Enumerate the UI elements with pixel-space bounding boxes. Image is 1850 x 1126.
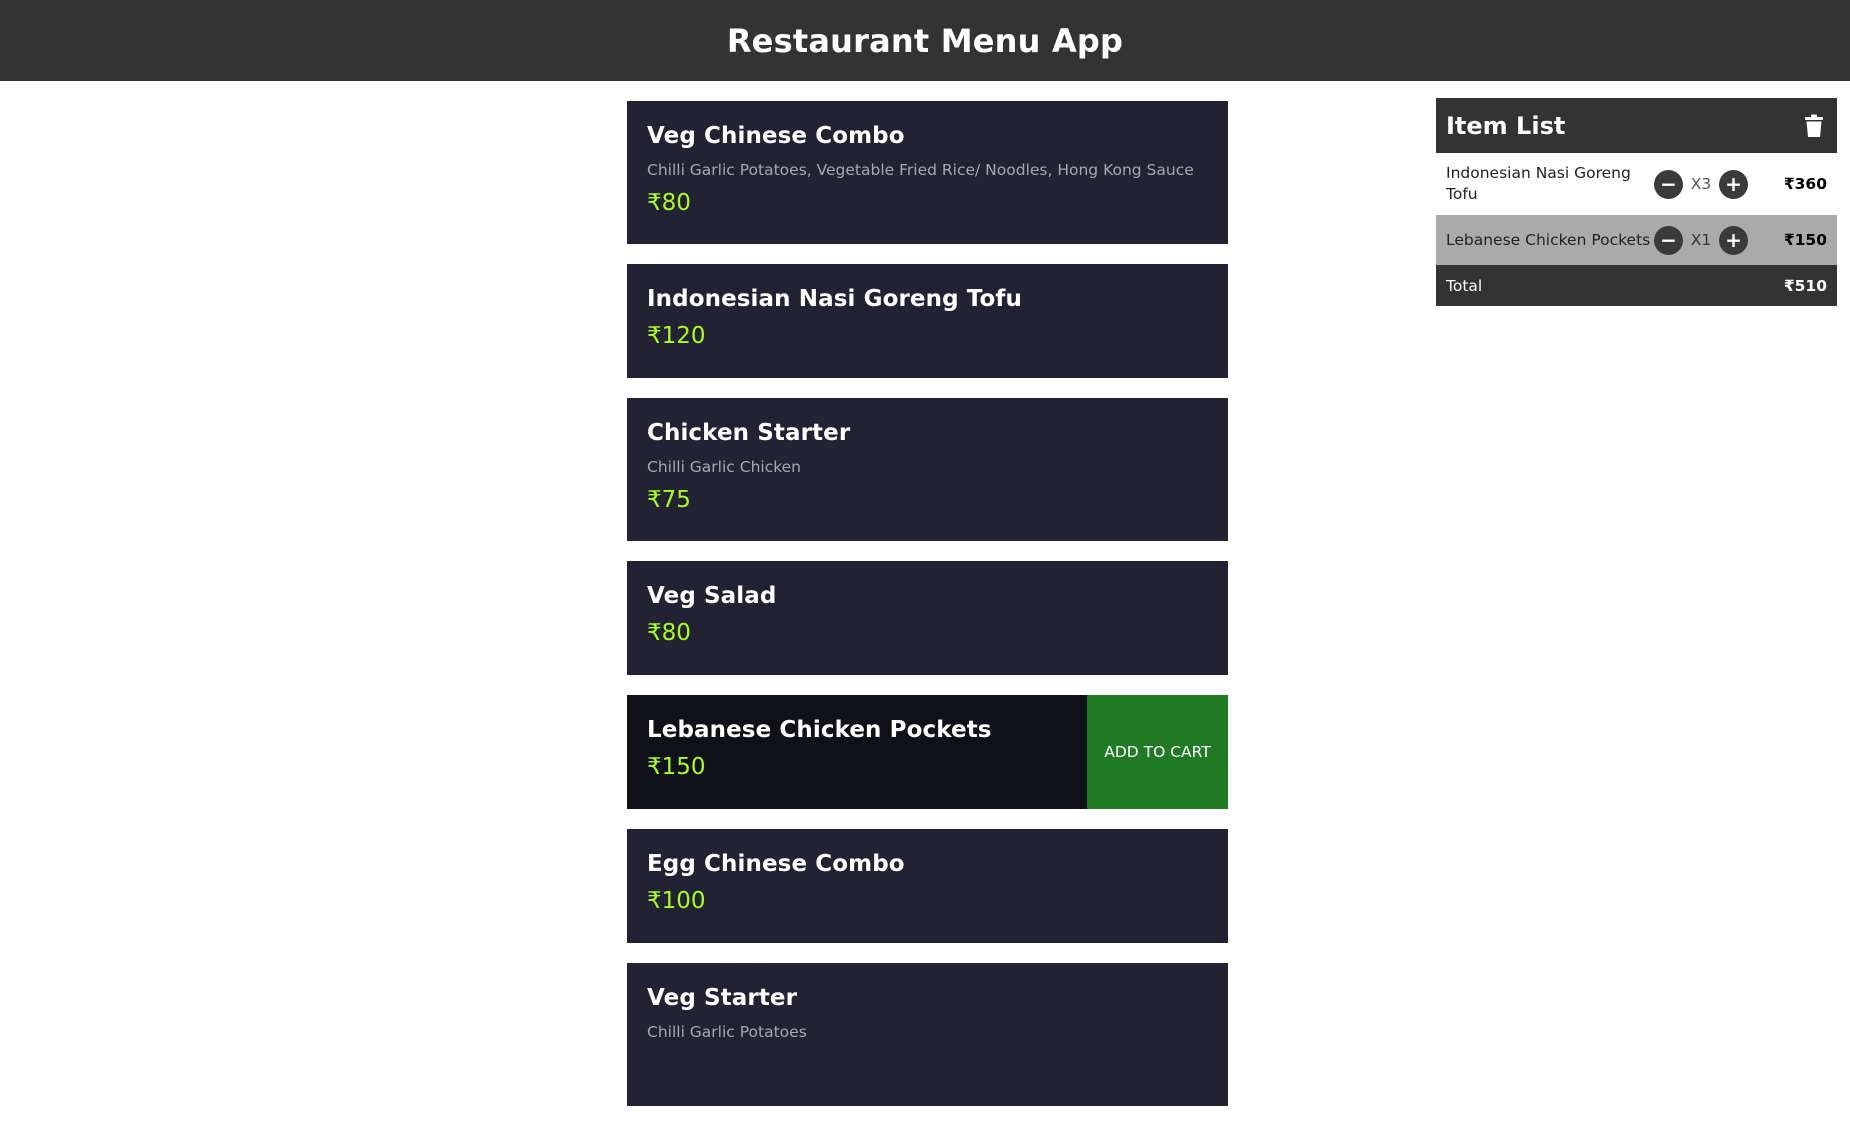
menu-card[interactable]: Veg Starter Chilli Garlic Potatoes	[627, 963, 1228, 1106]
quantity-stepper: − X1 +	[1654, 225, 1754, 255]
menu-item-price: ₹75	[647, 487, 691, 513]
cart-row: Lebanese Chicken Pockets − X1 + ₹150	[1436, 215, 1837, 265]
cart-total-value: ₹510	[1783, 276, 1827, 295]
quantity-stepper: − X3 +	[1654, 169, 1754, 199]
cart-item-name: Lebanese Chicken Pockets	[1446, 230, 1651, 249]
menu-item-name: Veg Chinese Combo	[647, 123, 905, 149]
menu-item-name: Chicken Starter	[647, 420, 851, 446]
add-to-cart-button[interactable]: ADD TO CART	[1087, 695, 1228, 809]
menu-card[interactable]: Lebanese Chicken Pockets ₹150 ADD TO CAR…	[627, 695, 1228, 809]
menu-item-price: ₹100	[647, 888, 706, 914]
cart-total-label: Total	[1446, 276, 1483, 295]
menu-item-description: Chilli Garlic Chicken	[647, 458, 802, 476]
menu-card[interactable]: Egg Chinese Combo ₹100	[627, 829, 1228, 943]
cart-item-qty: X3	[1690, 175, 1712, 193]
cart-item-amount: ₹150	[1783, 231, 1827, 249]
menu-item-price: ₹120	[647, 323, 706, 349]
item-list-panel: Item List Indonesian Nasi Goreng Tofu − …	[1436, 98, 1837, 306]
menu-card[interactable]: Indonesian Nasi Goreng Tofu ₹120	[627, 264, 1228, 378]
menu-card[interactable]: Veg Chinese Combo Chilli Garlic Potatoes…	[627, 101, 1228, 244]
cart-total-row: Total ₹510	[1436, 265, 1837, 306]
item-list-title: Item List	[1446, 111, 1566, 140]
cart-item-qty: X1	[1690, 231, 1712, 249]
menu-item-description: Chilli Garlic Potatoes	[647, 1023, 807, 1041]
cart-item-name: Indonesian Nasi Goreng Tofu	[1446, 164, 1631, 203]
app-title: Restaurant Menu App	[726, 21, 1124, 60]
menu-card[interactable]: Chicken Starter Chilli Garlic Chicken ₹7…	[627, 398, 1228, 541]
decrement-button[interactable]: −	[1654, 225, 1683, 255]
decrement-button[interactable]: −	[1654, 169, 1683, 199]
menu-item-description: Chilli Garlic Potatoes, Vegetable Fried …	[647, 161, 1194, 179]
cart-row: Indonesian Nasi Goreng Tofu − X3 + ₹360	[1436, 153, 1837, 215]
app-header: Restaurant Menu App	[0, 0, 1850, 81]
item-list-header: Item List	[1436, 98, 1837, 153]
menu-item-name: Egg Chinese Combo	[647, 851, 905, 877]
increment-button[interactable]: +	[1719, 225, 1748, 255]
menu-list: Veg Chinese Combo Chilli Garlic Potatoes…	[627, 101, 1228, 1126]
cart-item-amount: ₹360	[1783, 175, 1827, 193]
menu-item-price: ₹80	[647, 190, 691, 216]
menu-item-name: Veg Starter	[647, 985, 798, 1011]
menu-item-name: Veg Salad	[647, 583, 777, 609]
menu-item-name: Indonesian Nasi Goreng Tofu	[647, 286, 1022, 312]
menu-card[interactable]: Veg Salad ₹80	[627, 561, 1228, 675]
trash-icon[interactable]	[1803, 114, 1825, 138]
increment-button[interactable]: +	[1719, 169, 1748, 199]
menu-item-price: ₹80	[647, 620, 691, 646]
